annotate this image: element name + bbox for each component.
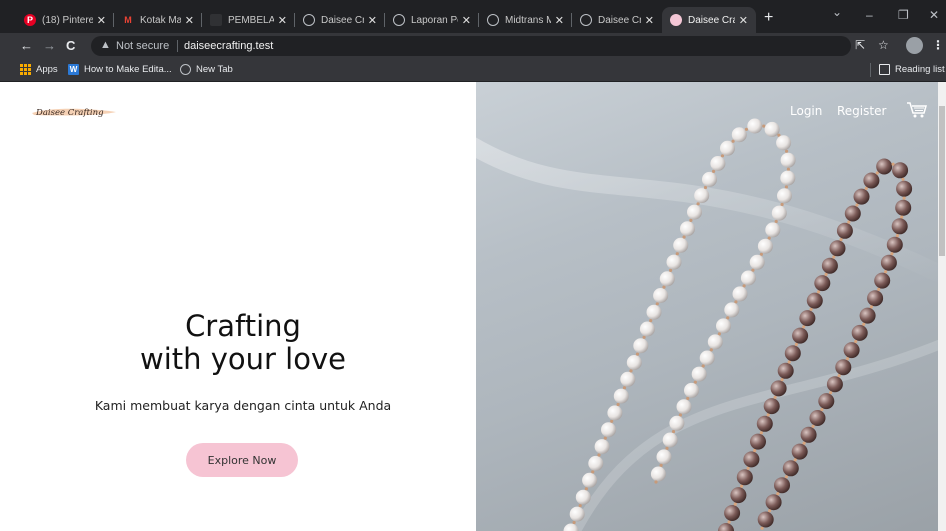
apps-icon	[20, 64, 31, 75]
reading-list[interactable]: Reading list	[879, 64, 945, 75]
address-bar[interactable]: ▲ Not secure daiseecrafting.test	[91, 36, 851, 56]
globe-icon	[487, 14, 499, 26]
globe-icon	[180, 64, 191, 75]
tab-midtrans[interactable]: Midtrans M ✕	[479, 7, 572, 33]
pinterest-icon: P	[24, 14, 36, 26]
explore-now-button[interactable]: Explore Now	[186, 443, 298, 477]
login-link[interactable]: Login	[790, 104, 822, 118]
hero-product-image	[476, 82, 946, 531]
window-close-icon[interactable]: ✕	[929, 8, 939, 22]
cart-icon[interactable]	[906, 101, 928, 119]
gmail-icon: M	[124, 15, 132, 25]
tab-search-icon[interactable]: ⌄	[832, 5, 842, 19]
share-icon[interactable]: ⇱	[855, 38, 865, 52]
page-icon	[210, 14, 222, 26]
browser-tab-bar: P (18) Pinterest ✕ M Kotak Masuk ✕ PEMBE…	[0, 0, 946, 33]
url-text[interactable]: daiseecrafting.test	[184, 40, 273, 52]
bookmarks-bar: Apps W How to Make Edita... New Tab Read…	[0, 59, 946, 82]
scrollbar-thumb[interactable]	[939, 106, 945, 256]
reload-icon[interactable]: C	[66, 38, 75, 53]
divider	[177, 40, 178, 52]
daisee-crafting-logo[interactable]: Daisee Crafting	[30, 103, 118, 119]
close-tab-icon[interactable]: ✕	[185, 14, 194, 27]
divider	[870, 63, 871, 77]
browser-toolbar: ← → C ▲ Not secure daiseecrafting.test ⇱…	[0, 33, 946, 59]
tab-daisee-active[interactable]: Daisee Crafting ✕	[662, 7, 756, 33]
new-tab-button[interactable]: +	[764, 9, 773, 27]
globe-icon	[393, 14, 405, 26]
tab-daisee-1[interactable]: Daisee Crafting ✕	[295, 7, 385, 33]
daisee-icon	[670, 14, 682, 26]
reading-list-icon	[879, 64, 890, 75]
logo-text: Daisee Crafting	[35, 108, 104, 118]
back-arrow-icon[interactable]: ←	[20, 38, 33, 53]
page-scrollbar[interactable]	[938, 82, 946, 531]
close-tab-icon[interactable]: ✕	[739, 14, 748, 27]
word-icon: W	[68, 64, 79, 75]
tab-daisee-2[interactable]: Daisee Crafting ✕	[572, 7, 662, 33]
menu-dots-icon[interactable]: ⋮	[932, 38, 944, 52]
hero-subtitle: Kami membuat karya dengan cinta untuk An…	[94, 398, 392, 413]
close-tab-icon[interactable]: ✕	[278, 14, 287, 27]
globe-icon	[580, 14, 592, 26]
bookmark-new-tab[interactable]: New Tab	[180, 64, 233, 75]
close-tab-icon[interactable]: ✕	[368, 14, 377, 27]
profile-avatar-icon[interactable]	[906, 37, 923, 54]
bookmark-apps[interactable]: Apps	[20, 64, 58, 75]
hero-title-line2: with your love	[140, 342, 346, 376]
web-page: Daisee Crafting Crafting with your love …	[0, 82, 946, 531]
register-link[interactable]: Register	[837, 104, 886, 118]
tab-laporan[interactable]: Laporan Pe ✕	[385, 7, 479, 33]
warning-icon[interactable]: ▲	[100, 39, 111, 51]
close-tab-icon[interactable]: ✕	[97, 14, 106, 27]
forward-arrow-icon[interactable]: →	[43, 38, 56, 53]
tab-gmail[interactable]: M Kotak Masuk ✕	[114, 7, 202, 33]
security-status[interactable]: Not secure	[116, 40, 169, 52]
tab-pembelajaran[interactable]: PEMBELAJARAN ✕	[202, 7, 295, 33]
restore-icon[interactable]: ❐	[898, 8, 909, 22]
close-tab-icon[interactable]: ✕	[555, 14, 564, 27]
close-tab-icon[interactable]: ✕	[645, 14, 654, 27]
hero-title-line1: Crafting	[185, 309, 301, 343]
bookmark-how-to-make[interactable]: W How to Make Edita...	[68, 64, 172, 75]
pearl-necklace-illustration	[476, 118, 946, 531]
tab-pinterest[interactable]: P (18) Pinterest ✕	[16, 7, 114, 33]
globe-icon	[303, 14, 315, 26]
close-tab-icon[interactable]: ✕	[462, 14, 471, 27]
bookmark-star-icon[interactable]: ☆	[878, 38, 889, 52]
minimize-icon[interactable]: –	[866, 8, 873, 22]
